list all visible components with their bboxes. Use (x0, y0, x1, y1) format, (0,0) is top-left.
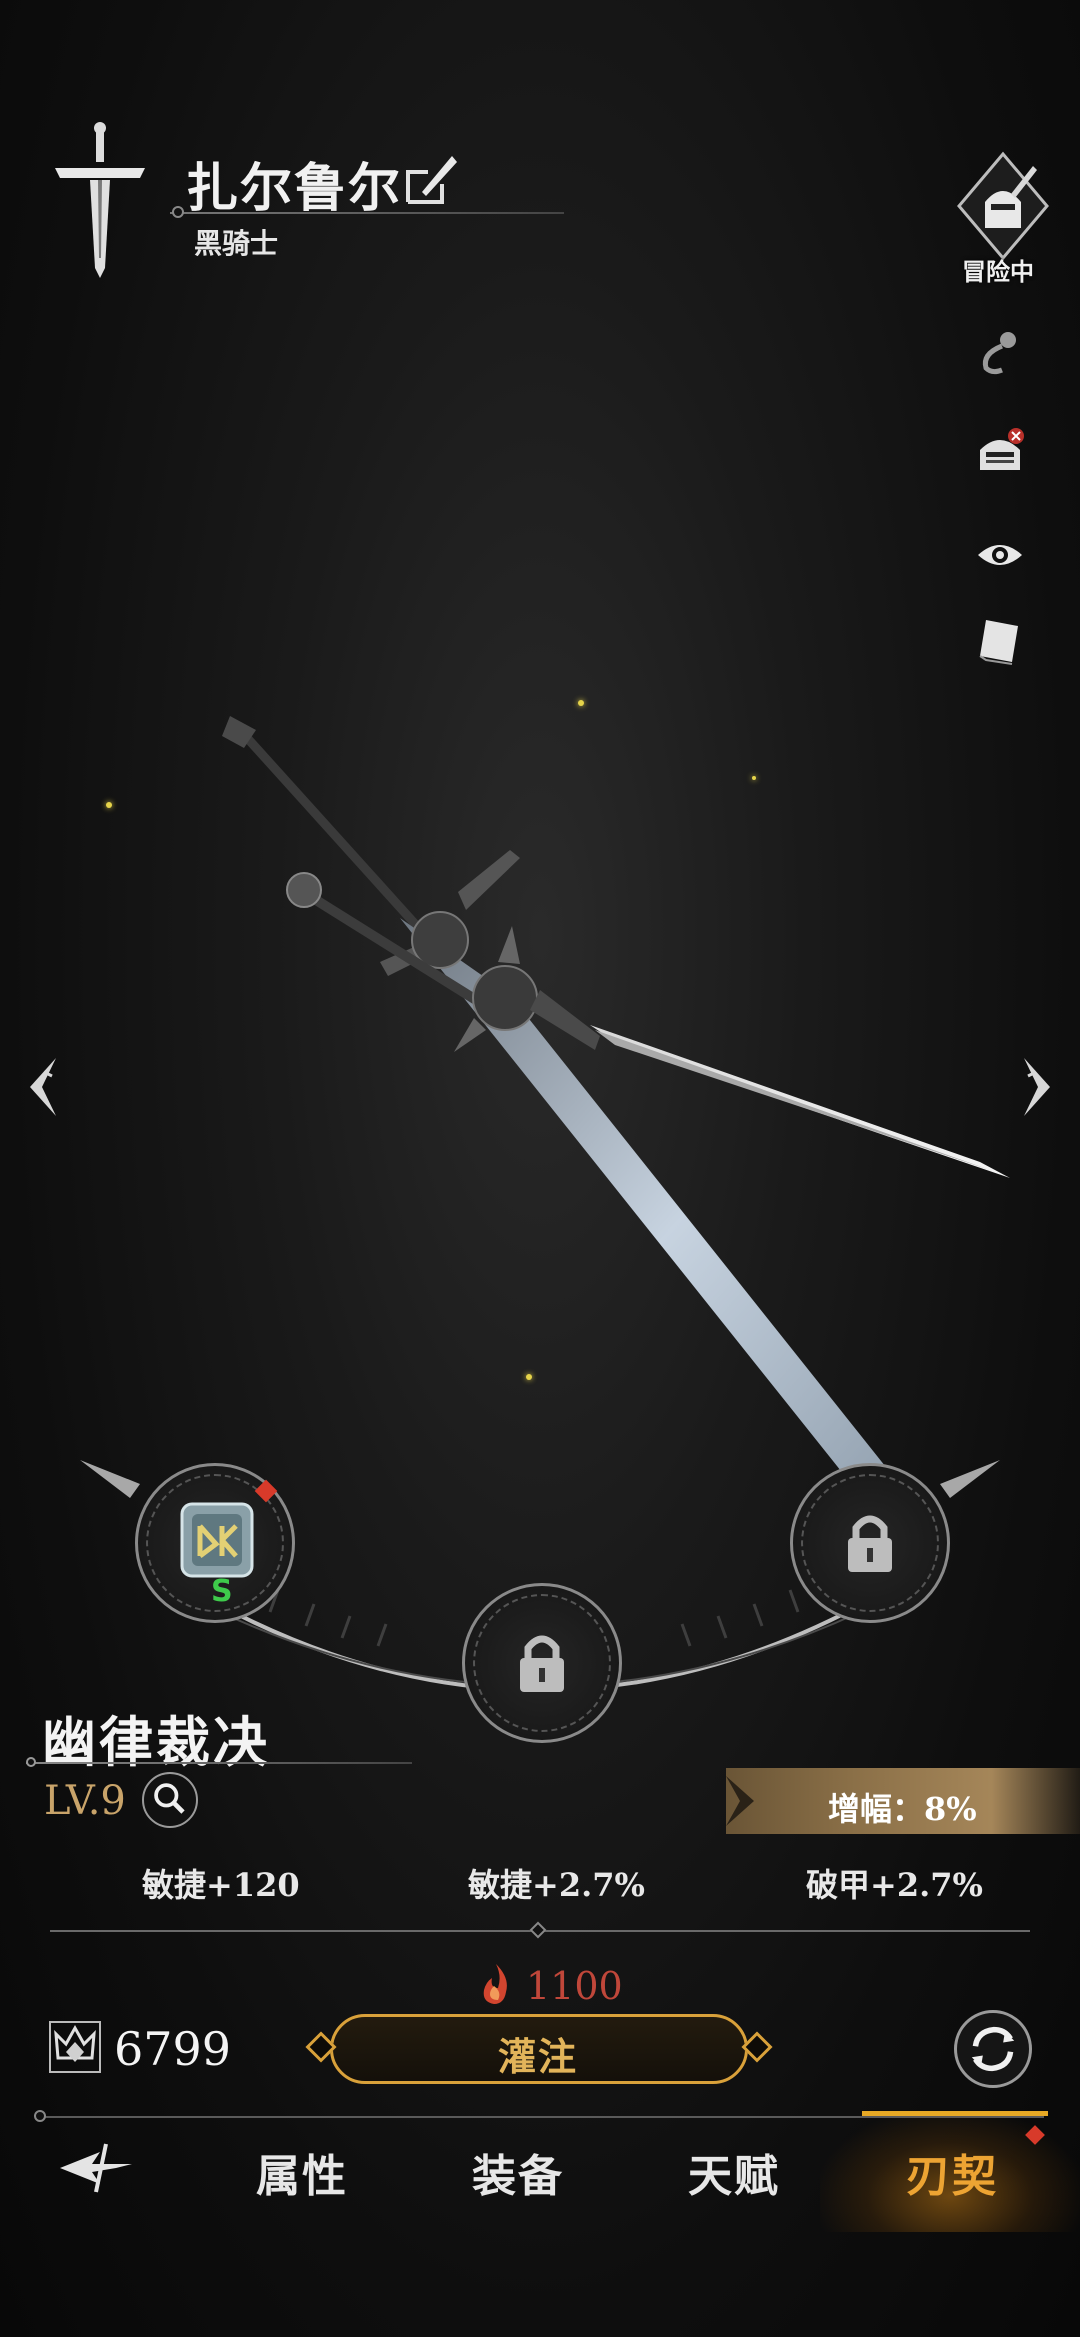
character-name: 扎尔鲁尔 (186, 158, 403, 219)
currency-amount: 6799 (114, 2022, 232, 2076)
eye-icon[interactable] (972, 527, 1028, 583)
dagger-emblem-icon (55, 122, 145, 278)
lock-icon (848, 1515, 892, 1572)
infuse-cost: 1100 (526, 1964, 623, 2008)
character-class: 黑骑士 (194, 227, 279, 260)
name-divider (170, 212, 564, 214)
weapon-level: LV.9 (44, 1778, 126, 1824)
stat-agility-flat: 敏捷+120 (142, 1866, 300, 1904)
previous-weapon-arrow-icon[interactable] (22, 1052, 62, 1122)
edit-name-icon[interactable] (402, 150, 460, 208)
next-weapon-arrow-icon[interactable] (1018, 1052, 1058, 1122)
refresh-icon[interactable] (954, 2010, 1032, 2088)
weapon-artwork (222, 716, 1010, 1545)
weapon-name: 幽律裁决 (42, 1710, 270, 1774)
active-tab-indicator (862, 2111, 1048, 2116)
card-icon[interactable] (972, 612, 1028, 668)
ember-spark (578, 700, 584, 706)
ember-spark (752, 776, 756, 780)
rune-grade: S (211, 1574, 233, 1609)
tab-talent[interactable]: 天赋 (688, 2140, 780, 2204)
hook-icon[interactable] (972, 324, 1028, 380)
flame-icon (483, 1964, 507, 2004)
lock-icon (520, 1635, 564, 1692)
weapon-name-divider-ornament (26, 1757, 36, 1767)
weapon-name-divider (26, 1762, 412, 1764)
stat-agility-percent: 敏捷+2.7% (468, 1866, 645, 1904)
rune-gem-icon[interactable] (178, 1500, 256, 1580)
stats-divider-ornament (529, 1921, 547, 1939)
name-divider-ornament (172, 206, 184, 218)
infuse-button-label: 灌注 (498, 2034, 579, 2079)
stat-armor-break: 破甲+2.7% (806, 1866, 983, 1904)
crown-currency-icon (49, 2021, 101, 2073)
banner-chevron-icon (726, 1776, 754, 1826)
nav-divider-ornament (34, 2110, 46, 2122)
tab-equipment[interactable]: 装备 (472, 2140, 564, 2204)
tab-attributes[interactable]: 属性 (256, 2140, 348, 2204)
ember-spark (526, 1374, 532, 1380)
tab-blade-pact[interactable]: 刃契 (906, 2140, 998, 2204)
ember-spark (106, 802, 112, 808)
helmet-icon[interactable] (972, 424, 1028, 480)
adventure-status-label: 冒险中 (962, 257, 1034, 286)
amplify-value: 增幅：8% (828, 1790, 977, 1828)
game-screen: 扎尔鲁尔 黑骑士 冒险中 S 幽律裁决 LV.9 增幅：8% 敏捷+120 敏捷… (0, 0, 1080, 2337)
magnify-search-icon[interactable] (142, 1772, 198, 1828)
back-icon[interactable] (56, 2138, 136, 2198)
